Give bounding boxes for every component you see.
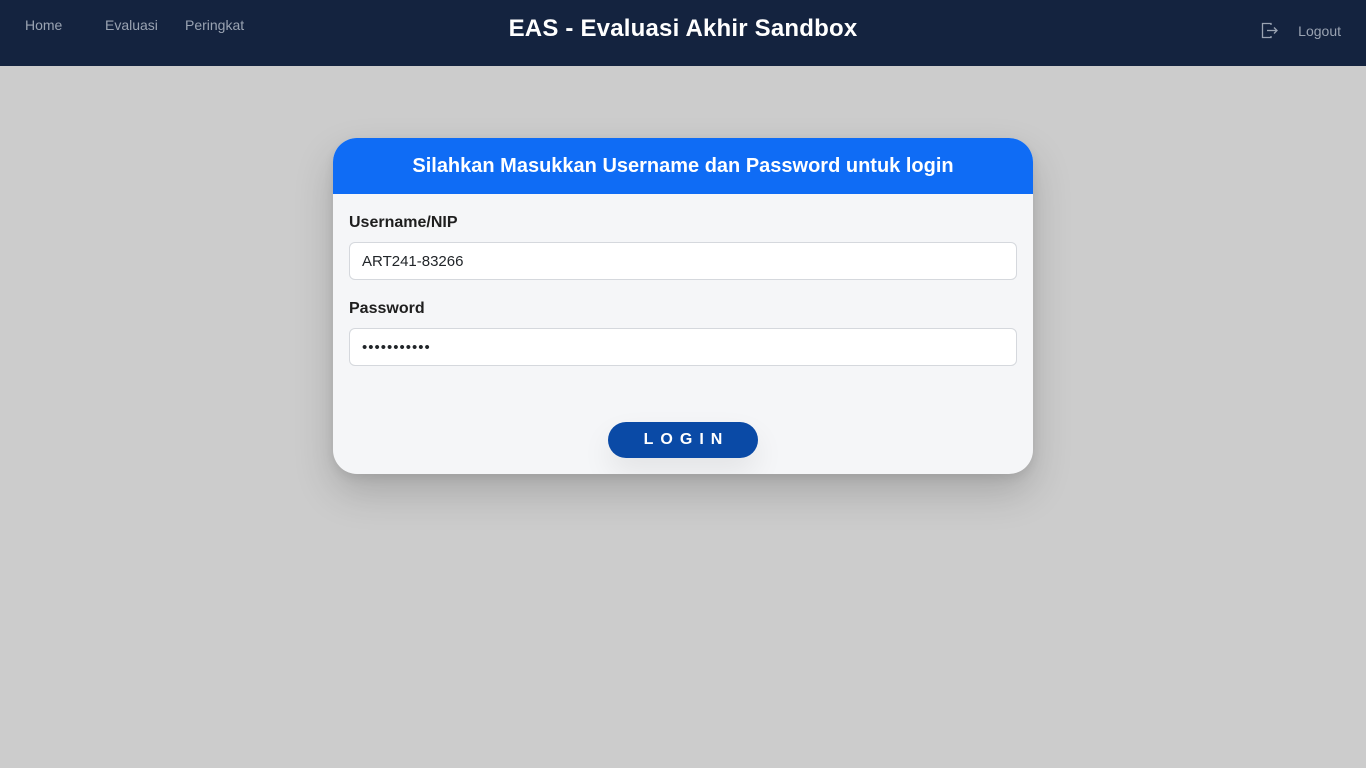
login-button[interactable]: LOGIN <box>608 422 758 458</box>
password-label: Password <box>349 300 425 317</box>
username-label: Username/NIP <box>349 214 458 231</box>
logout-button[interactable]: Logout <box>1261 22 1341 39</box>
username-input[interactable] <box>349 242 1017 280</box>
logout-icon <box>1261 22 1279 39</box>
password-input[interactable] <box>349 328 1017 366</box>
top-navbar: Home Evaluasi Peringkat EAS - Evaluasi A… <box>0 0 1366 66</box>
login-card-header: Silahkan Masukkan Username dan Password … <box>333 138 1033 194</box>
logout-label: Logout <box>1298 22 1341 39</box>
login-card: Silahkan Masukkan Username dan Password … <box>333 138 1033 474</box>
app-title: EAS - Evaluasi Akhir Sandbox <box>508 15 858 42</box>
